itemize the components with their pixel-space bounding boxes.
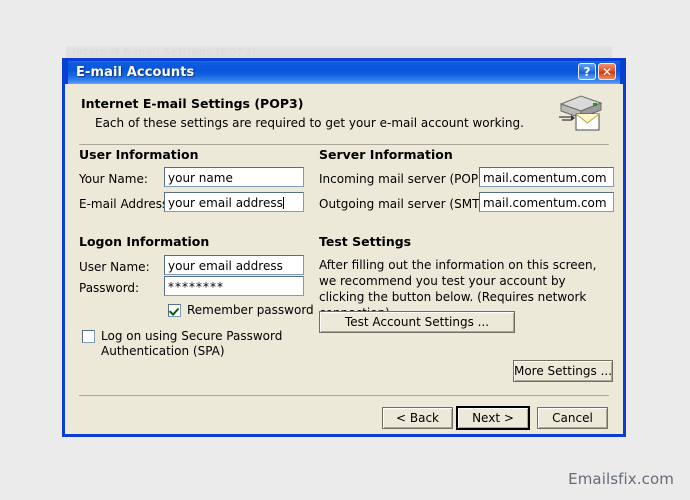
dialog-body: User Information Your Name: your name E-…	[65, 145, 623, 425]
watermark: Emailsfix.com	[568, 470, 674, 488]
your-name-input[interactable]: your name	[164, 167, 304, 187]
label-your-name: Your Name:	[79, 172, 148, 186]
header-subtitle: Each of these settings are required to g…	[95, 116, 524, 130]
test-account-settings-button[interactable]: Test Account Settings ...	[319, 311, 515, 333]
back-button[interactable]: < Back	[382, 407, 453, 429]
spa-checkbox[interactable]	[82, 330, 95, 343]
label-password: Password:	[79, 281, 140, 295]
user-name-input[interactable]: your email address	[164, 255, 304, 275]
titlebar-buttons: ? ✕	[578, 63, 616, 80]
mail-server-icon	[559, 95, 603, 131]
dialog-title: E-mail Accounts	[76, 65, 195, 80]
header-title: Internet E-mail Settings (POP3)	[81, 96, 304, 111]
spa-checkbox-row[interactable]: Log on using Secure Password Authenticat…	[82, 329, 297, 359]
dialog-titlebar[interactable]: E-mail Accounts ? ✕	[65, 58, 623, 84]
remember-password-checkbox-row[interactable]: Remember password	[168, 303, 314, 318]
label-email-address: E-mail Address:	[79, 197, 173, 211]
help-icon[interactable]: ?	[578, 63, 596, 80]
label-outgoing-mail-server: Outgoing mail server (SMTP):	[319, 197, 496, 211]
group-title-server-information: Server Information	[319, 147, 453, 162]
password-input[interactable]: ********	[164, 276, 304, 296]
remember-password-checkbox[interactable]	[168, 304, 181, 317]
remember-password-label: Remember password	[187, 303, 314, 317]
close-icon[interactable]: ✕	[598, 63, 616, 80]
label-user-name: User Name:	[79, 260, 150, 274]
group-title-user-information: User Information	[79, 147, 199, 162]
label-incoming-mail-server: Incoming mail server (POP3):	[319, 172, 495, 186]
cancel-button[interactable]: Cancel	[537, 407, 608, 429]
more-settings-button[interactable]: More Settings ...	[513, 360, 613, 382]
group-title-logon-information: Logon Information	[79, 234, 210, 249]
next-button[interactable]: Next >	[456, 406, 530, 430]
outgoing-mail-server-input[interactable]: mail.comentum.com	[479, 192, 614, 212]
email-accounts-dialog: E-mail Accounts ? ✕ Internet E-mail Sett…	[62, 58, 626, 437]
group-title-test-settings: Test Settings	[319, 234, 412, 249]
dialog-header: Internet E-mail Settings (POP3) Each of …	[65, 84, 623, 144]
email-address-input[interactable]: your email address	[164, 192, 304, 212]
incoming-mail-server-input[interactable]: mail.comentum.com	[479, 167, 614, 187]
spa-label: Log on using Secure Password Authenticat…	[101, 329, 283, 358]
footer-divider	[79, 395, 609, 396]
